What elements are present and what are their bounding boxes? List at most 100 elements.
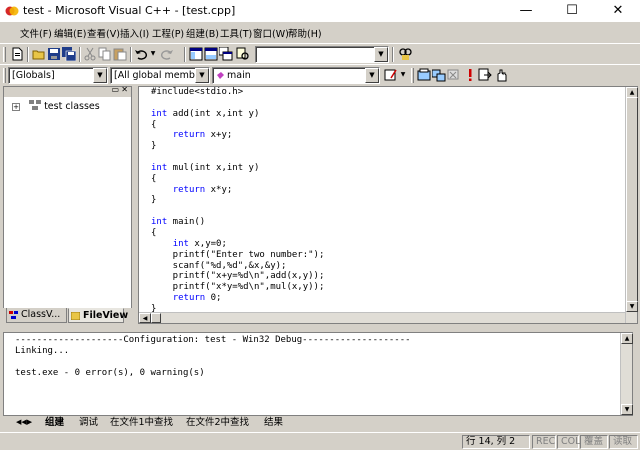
tab-results[interactable]: 结果 — [264, 416, 283, 429]
code-line[interactable]: scanf("%d,%d",&x,&y); — [151, 261, 324, 272]
code-text: } — [151, 141, 157, 152]
editor-vertical-scrollbar[interactable]: ▲ ▼ — [625, 87, 638, 323]
menu-tools[interactable]: 工具(T) — [220, 26, 252, 40]
menu-project[interactable]: 工程(P) — [152, 26, 184, 40]
tab-find-in-files-2[interactable]: 在文件2中查找 — [186, 416, 249, 429]
code-text: { — [151, 227, 157, 238]
code-line[interactable]: int add(int x,int y) — [151, 109, 324, 120]
undo-icon[interactable] — [134, 47, 148, 61]
function-combo-arrow[interactable]: ▼ — [365, 68, 379, 83]
code-line[interactable]: { — [151, 120, 324, 131]
output-scroll-down[interactable]: ▼ — [621, 404, 633, 415]
code-line[interactable]: #include<stdio.h> — [151, 87, 324, 98]
save-icon[interactable] — [47, 47, 61, 61]
execute-icon[interactable] — [463, 68, 477, 82]
go-icon[interactable] — [478, 68, 492, 82]
class-wizard-icon[interactable] — [384, 68, 398, 82]
scroll-down-arrow[interactable]: ▼ — [626, 301, 638, 312]
wizard-action-dropdown[interactable]: ▼ — [399, 71, 407, 81]
menu-window[interactable]: 窗口(W) — [253, 26, 289, 40]
code-line[interactable]: return x+y; — [151, 130, 324, 141]
code-line[interactable] — [151, 98, 324, 109]
scroll-left-arrow[interactable]: ◀ — [139, 313, 151, 323]
class-tree: + test classes — [12, 100, 100, 112]
close-button[interactable]: ✕ — [595, 0, 640, 22]
code-line[interactable]: int x,y=0; — [151, 239, 324, 250]
function-combo[interactable]: main ▼ — [212, 67, 380, 84]
find-icon[interactable] — [398, 47, 412, 61]
code-line[interactable]: } — [151, 195, 324, 206]
output-icon[interactable] — [204, 47, 218, 61]
code-line[interactable] — [151, 206, 324, 217]
tree-expand-icon[interactable]: + — [12, 103, 20, 111]
code-line[interactable]: printf("Enter two number:"); — [151, 249, 325, 261]
build-icon[interactable] — [432, 68, 446, 82]
hscroll-thumb[interactable] — [151, 313, 161, 323]
code-line[interactable]: { — [151, 228, 324, 239]
menu-edit[interactable]: 编辑(E) — [54, 26, 86, 40]
menu-file[interactable]: 文件(F) — [20, 26, 52, 40]
workspace-dock-button[interactable]: ▭ — [111, 85, 119, 94]
undo-dropdown[interactable]: ▼ — [149, 50, 157, 60]
scope-combo[interactable]: [Globals] ▼ — [8, 67, 108, 84]
code-line[interactable]: } — [151, 141, 324, 152]
menu-view[interactable]: 查看(V) — [87, 26, 120, 40]
code-editor[interactable]: #include<stdio.h> int add(int x,int y){ r… — [138, 86, 638, 324]
scroll-thumb[interactable] — [626, 97, 638, 307]
cursor-position: 行 14, 列 2 — [462, 435, 530, 449]
redo-icon[interactable] — [160, 47, 174, 61]
cut-icon[interactable] — [83, 47, 97, 61]
code-line[interactable]: printf("x+y=%d\n",add(x,y)); — [151, 271, 325, 282]
tree-root-label[interactable]: test classes — [44, 101, 100, 112]
tab-fileview[interactable]: FileView — [68, 308, 128, 323]
menu-build[interactable]: 组建(B) — [186, 26, 219, 40]
tab-build[interactable]: 组建 — [45, 416, 64, 429]
output-scroll-up[interactable]: ▲ — [621, 333, 633, 344]
output-vertical-scrollbar[interactable]: ▲ ▼ — [620, 333, 633, 415]
scope-combo-arrow[interactable]: ▼ — [93, 68, 107, 83]
menu-help[interactable]: 帮助(H) — [288, 26, 322, 40]
status-bar: 行 14, 列 2 REC COL 覆盖 读取 — [0, 432, 640, 450]
open-icon[interactable] — [32, 47, 46, 61]
members-combo[interactable]: [All global members ▼ — [110, 67, 210, 84]
code-line[interactable]: int mul(int x,int y) — [151, 163, 324, 174]
paste-icon[interactable] — [113, 47, 127, 61]
tab-find-in-files-1[interactable]: 在文件1中查找 — [110, 416, 173, 429]
maximize-button[interactable]: ☐ — [549, 0, 595, 22]
stop-build-icon[interactable] — [447, 68, 461, 82]
code-line[interactable]: return 0; — [151, 293, 324, 304]
source-code[interactable]: #include<stdio.h> int add(int x,int y){ r… — [151, 87, 324, 315]
compile-icon[interactable] — [417, 68, 431, 82]
new-file-icon[interactable] — [10, 47, 24, 61]
find-combo[interactable]: ▼ — [255, 46, 389, 63]
code-line[interactable]: { — [151, 174, 324, 185]
copy-icon[interactable] — [98, 47, 112, 61]
find-in-files-icon[interactable] — [236, 47, 250, 61]
editor-horizontal-scrollbar[interactable]: ◀ — [139, 312, 625, 323]
windows-icon[interactable] — [219, 47, 233, 61]
output-text[interactable]: --------------------Configuration: test … — [15, 335, 411, 379]
breakpoint-icon[interactable] — [494, 68, 508, 82]
tab-classview[interactable]: ClassV... — [6, 308, 67, 323]
workspace-icon[interactable] — [189, 47, 203, 61]
save-all-icon[interactable] — [62, 47, 76, 61]
code-text: printf("Enter two number:"); — [151, 249, 325, 260]
code-line[interactable] — [151, 152, 324, 163]
code-keyword: return — [172, 184, 206, 195]
code-text: printf("x+y=%d\n",add(x,y)); — [151, 271, 325, 282]
output-tabs-scroll[interactable]: ◀◀▶ — [16, 416, 32, 429]
workspace-close-button[interactable]: ✕ — [121, 85, 128, 94]
find-combo-arrow[interactable]: ▼ — [374, 47, 388, 62]
menu-insert[interactable]: 插入(I) — [120, 26, 149, 40]
members-combo-arrow[interactable]: ▼ — [195, 68, 209, 83]
code-line[interactable]: return x*y; — [151, 185, 324, 196]
tab-debug[interactable]: 调试 — [79, 416, 98, 429]
minimize-button[interactable]: — — [503, 0, 549, 22]
code-line[interactable]: printf("x*y=%d\n",mul(x,y)); — [151, 282, 325, 293]
code-line[interactable]: int main() — [151, 217, 324, 228]
toolbar-grip[interactable] — [3, 47, 6, 62]
